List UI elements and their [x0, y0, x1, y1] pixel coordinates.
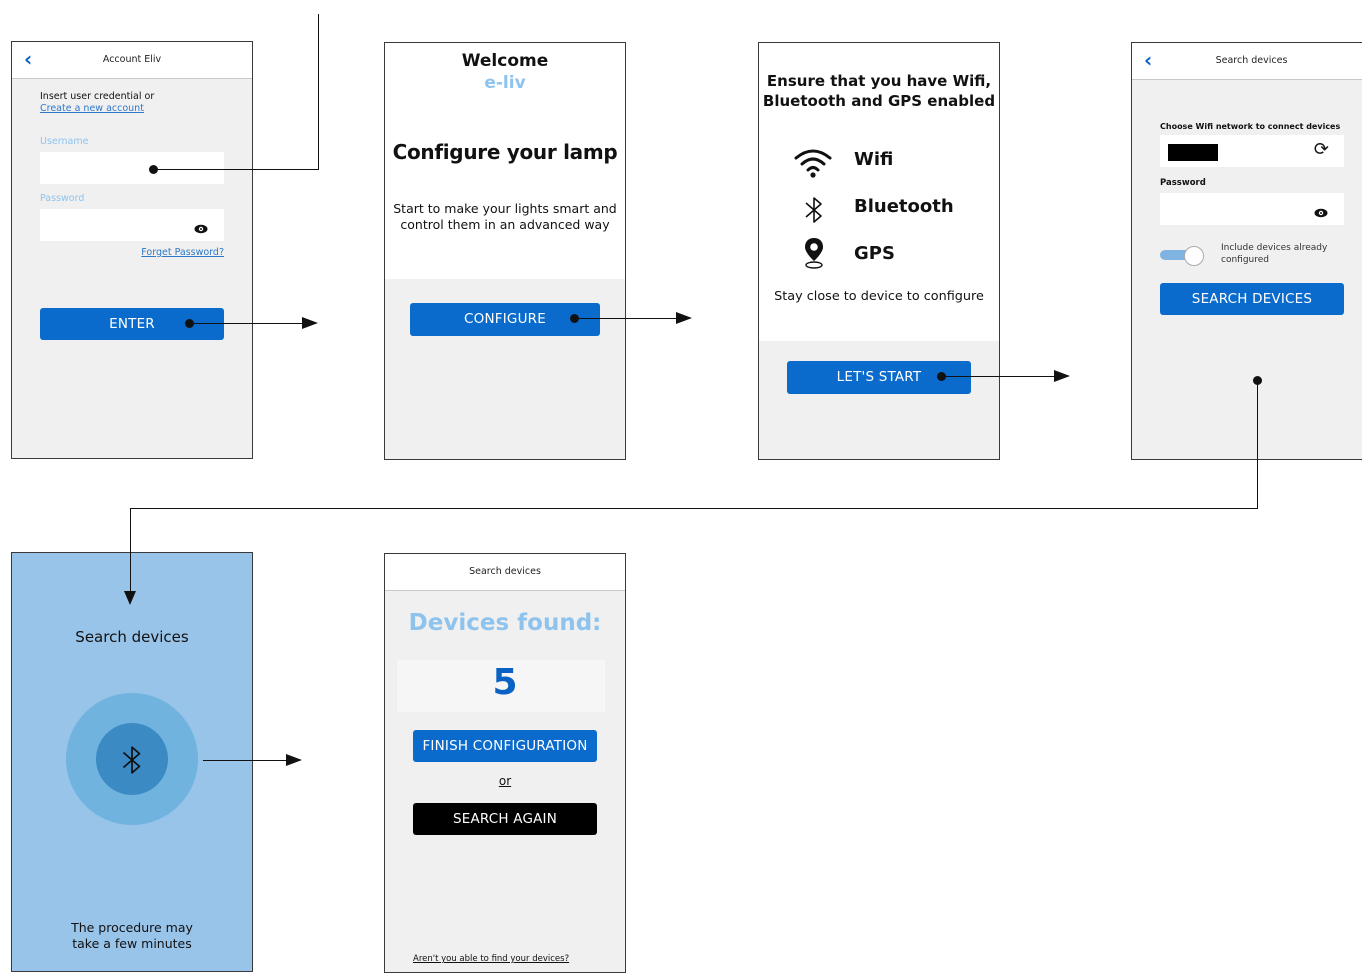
requirements-heading: Ensure that you have Wifi, Bluetooth and…: [762, 72, 996, 110]
connector-search-horizontal: [130, 508, 1258, 509]
gps-label: GPS: [854, 243, 895, 264]
results-header-title: Search devices: [469, 566, 541, 577]
devices-found-heading: Devices found:: [408, 610, 602, 636]
connector-results-line: [203, 760, 287, 761]
welcome-screen: Welcome e-liv Configure your lamp Start …: [384, 42, 626, 460]
forgot-password-link[interactable]: Forget Password?: [141, 247, 224, 258]
arrow-head: [302, 317, 318, 329]
include-configured-toggle[interactable]: [1160, 245, 1204, 266]
location-pin-icon: [803, 236, 825, 274]
refresh-icon[interactable]: ⟳: [1314, 141, 1329, 159]
eye-icon[interactable]: [1314, 203, 1328, 222]
wifi-network-label: Choose Wifi network to connect devices: [1160, 122, 1341, 131]
back-chevron-icon[interactable]: ‹: [1144, 43, 1152, 77]
wifi-network-select[interactable]: ⟳: [1160, 135, 1344, 167]
connector-start-line: [941, 376, 1055, 377]
login-header: ‹ Account Eliv: [12, 42, 252, 79]
connector-search-vertical: [1257, 380, 1258, 509]
include-configured-label: Include devices already configured: [1221, 243, 1328, 265]
login-header-title: Account Eliv: [102, 54, 162, 65]
password-field[interactable]: [40, 209, 224, 241]
arrow-head: [1054, 370, 1070, 382]
bluetooth-icon: [803, 195, 825, 229]
or-separator: or: [498, 774, 512, 788]
back-chevron-icon[interactable]: ‹: [24, 42, 32, 76]
device-count: 5: [492, 662, 518, 703]
bluetooth-icon: [120, 744, 144, 780]
wifi-setup-header-title: Search devices: [1215, 55, 1288, 66]
login-intro-text: Insert user credential or: [40, 91, 155, 102]
connector-username-line: [153, 169, 319, 170]
wifi-setup-header: ‹ Search devices: [1132, 43, 1362, 80]
arrow-head: [124, 591, 136, 605]
brand-name: e-liv: [484, 73, 526, 93]
search-devices-button[interactable]: SEARCH DEVICES: [1160, 283, 1344, 315]
network-name-redacted: [1168, 144, 1218, 161]
stay-close-hint: Stay close to device to configure: [774, 289, 984, 304]
help-find-devices-link[interactable]: Aren't you able to find your devices?: [413, 954, 569, 964]
bluetooth-label: Bluetooth: [854, 196, 954, 217]
results-header: Search devices: [385, 554, 625, 591]
wifi-setup-screen: ‹ Search devices Choose Wifi network to …: [1131, 42, 1362, 460]
wifi-icon: [793, 146, 833, 182]
searching-footer: The procedure may take a few minutes: [71, 920, 193, 951]
wifi-password-label: Password: [1160, 178, 1206, 188]
search-again-button[interactable]: SEARCH AGAIN: [413, 803, 597, 835]
welcome-description: Start to make your lights smart and cont…: [393, 201, 617, 232]
enter-button[interactable]: ENTER: [40, 308, 224, 340]
login-screen: ‹ Account Eliv Insert user credential or…: [11, 41, 253, 459]
requirements-screen: Ensure that you have Wifi, Bluetooth and…: [758, 42, 1000, 460]
connector-configure-line: [574, 318, 677, 319]
connector-dot: [149, 165, 158, 174]
wifi-password-field[interactable]: [1160, 193, 1344, 225]
username-label: Username: [40, 136, 89, 147]
eye-icon[interactable]: [194, 219, 208, 238]
connector-enter-line: [189, 323, 303, 324]
searching-title: Search devices: [75, 628, 189, 646]
welcome-title: Welcome: [461, 51, 549, 71]
password-label: Password: [40, 193, 85, 204]
connector-top-line: [318, 14, 319, 170]
create-account-link[interactable]: Create a new account: [40, 103, 144, 114]
configure-heading: Configure your lamp: [392, 140, 618, 164]
searching-screen: Search devices The procedure may take a …: [11, 552, 253, 972]
arrow-head: [676, 312, 692, 324]
username-field[interactable]: [40, 152, 224, 184]
wifi-label: Wifi: [854, 149, 894, 170]
finish-configuration-button[interactable]: FINISH CONFIGURATION: [413, 730, 597, 762]
connector-search-drop: [130, 508, 131, 593]
arrow-head: [286, 754, 302, 766]
results-screen: Search devices Devices found: 5 FINISH C…: [384, 553, 626, 973]
